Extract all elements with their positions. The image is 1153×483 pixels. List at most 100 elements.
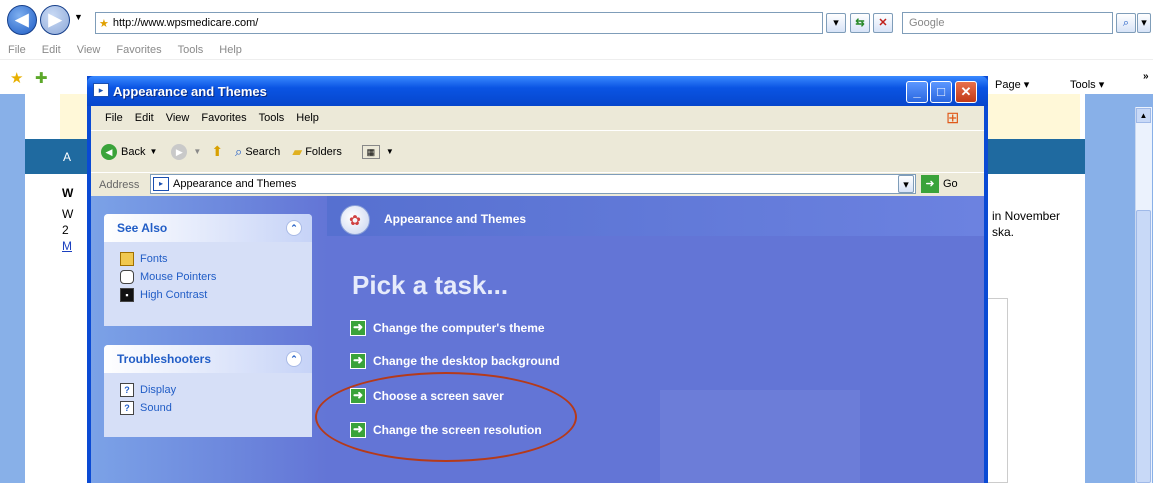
minimize-icon[interactable]: _ — [906, 81, 928, 103]
task-label: Change the desktop background — [373, 354, 560, 368]
back-arrow-icon: ◀ — [101, 143, 117, 160]
favorites-star-icon[interactable]: ★ — [10, 69, 23, 87]
webpage-box — [988, 298, 1008, 483]
webpage-link[interactable]: M — [62, 239, 72, 253]
chevron-down-icon: ▼ — [193, 147, 202, 156]
menu-help[interactable]: Help — [296, 112, 319, 124]
search-button[interactable]: ⌕ Search — [235, 144, 280, 160]
link-label: Display — [140, 384, 177, 396]
search-options-icon[interactable]: ▾ — [1137, 13, 1151, 33]
menu-tools[interactable]: Tools — [178, 44, 204, 56]
folder-icon: ▸ — [153, 177, 169, 191]
address-value: Appearance and Themes — [173, 178, 297, 190]
webpage-text: ska. — [992, 225, 1015, 239]
forward-icon[interactable]: ▶ — [171, 143, 188, 160]
help-icon: ? — [120, 383, 134, 397]
close-icon[interactable]: ✕ — [955, 81, 977, 103]
link-high-contrast[interactable]: ▪ High Contrast — [120, 286, 312, 304]
watermark-graphic — [660, 390, 860, 483]
fonts-folder-icon — [120, 252, 134, 266]
link-label: High Contrast — [140, 289, 208, 301]
up-folder-icon[interactable]: ⬆ — [211, 143, 223, 160]
menu-favorites[interactable]: Favorites — [116, 44, 161, 56]
webpage-text: in November — [992, 209, 1061, 223]
window-toolbar: ◀ Back ▼ ▶ ▼ ⬆ ⌕ Search ▰ Folders ▦ ▼ — [91, 130, 984, 172]
arrow-right-icon: ➜ — [350, 320, 366, 336]
folders-button[interactable]: ▰ Folders — [292, 144, 342, 160]
folders-label: Folders — [305, 145, 342, 158]
see-also-panel: See Also ⌃ Fonts Mouse Pointers ▪ High Co… — [104, 214, 312, 326]
search-icon: ⌕ — [235, 143, 243, 159]
chevron-down-icon: ▼ — [149, 147, 158, 156]
task-change-background[interactable]: ➜ Change the desktop background — [350, 353, 560, 369]
tools-menu-button[interactable]: Tools ▾ — [1070, 78, 1104, 91]
troubleshooters-title: Troubleshooters — [117, 352, 212, 366]
address-dropdown-icon[interactable]: ▾ — [826, 13, 846, 33]
scroll-up-icon[interactable]: ▲ — [1136, 108, 1151, 123]
pick-a-task-heading: Pick a task... — [352, 270, 509, 300]
see-also-header[interactable]: See Also ⌃ — [104, 214, 312, 242]
scrollbar-thumb[interactable] — [1136, 210, 1151, 483]
troubleshooters-panel: Troubleshooters ⌃ ? Display ? Sound — [104, 345, 312, 437]
webpage-nav-text: A — [63, 150, 72, 164]
add-favorite-icon[interactable]: ✚ — [35, 69, 48, 87]
link-sound[interactable]: ? Sound — [120, 399, 312, 417]
page-menu-button[interactable]: Page ▾ — [995, 78, 1029, 91]
views-icon[interactable]: ▦ — [361, 144, 380, 159]
menu-edit[interactable]: Edit — [135, 112, 154, 124]
link-mouse-pointers[interactable]: Mouse Pointers — [120, 268, 312, 286]
refresh-icon[interactable]: ⇆ — [850, 13, 870, 33]
appearance-themes-icon: ✿ — [340, 205, 370, 235]
collapse-icon[interactable]: ⌃ — [286, 220, 302, 236]
menu-view[interactable]: View — [77, 44, 101, 56]
forward-icon[interactable]: ▶ — [40, 5, 70, 35]
go-arrow-icon: ➜ — [921, 175, 939, 193]
go-label: Go — [943, 178, 958, 190]
search-icon[interactable]: ⌕ — [1116, 13, 1136, 33]
address-input[interactable]: ▸ Appearance and Themes — [150, 174, 916, 194]
menu-help[interactable]: Help — [219, 44, 242, 56]
link-display[interactable]: ? Display — [120, 381, 312, 399]
chevron-down-icon[interactable]: ▼ — [386, 147, 394, 156]
link-label: Fonts — [140, 253, 168, 265]
link-fonts[interactable]: Fonts — [120, 250, 312, 268]
see-also-title: See Also — [117, 221, 168, 235]
window-title-bar[interactable]: Appearance and Themes — [87, 76, 988, 106]
go-button[interactable]: ➜ Go — [921, 175, 958, 193]
stop-icon[interactable]: ✕ — [873, 13, 893, 33]
folder-icon: ▰ — [292, 143, 303, 159]
menu-edit[interactable]: Edit — [42, 44, 61, 56]
back-label: Back — [121, 145, 146, 158]
webpage-text: 2 — [62, 223, 69, 237]
collapse-icon[interactable]: ⌃ — [286, 351, 302, 367]
windows-logo-icon: ⊞ — [946, 110, 960, 127]
link-label: Sound — [140, 402, 172, 414]
menu-file[interactable]: File — [8, 44, 26, 56]
window-app-icon[interactable]: ▸ — [93, 83, 109, 97]
back-button[interactable]: ◀ Back ▼ — [101, 143, 158, 160]
browser-menu-bar: File Edit View Favorites Tools Help — [0, 40, 1153, 60]
category-title: Appearance and Themes — [384, 212, 527, 226]
arrow-right-icon: ➜ — [350, 353, 366, 369]
troubleshooters-header[interactable]: Troubleshooters ⌃ — [104, 345, 312, 373]
help-icon: ? — [120, 401, 134, 415]
task-label: Change the computer's theme — [373, 321, 545, 335]
address-label: Address — [99, 178, 140, 191]
high-contrast-icon: ▪ — [120, 288, 134, 302]
chevron-more-icon[interactable]: » — [1143, 71, 1149, 82]
menu-favorites[interactable]: Favorites — [201, 112, 246, 124]
menu-tools[interactable]: Tools — [259, 112, 285, 124]
task-change-theme[interactable]: ➜ Change the computer's theme — [350, 320, 545, 336]
mouse-icon — [120, 270, 134, 284]
url-text: http://www.wpsmedicare.com/ — [112, 17, 259, 29]
menu-file[interactable]: File — [105, 112, 123, 124]
history-dropdown-icon[interactable]: ▼ — [74, 12, 83, 22]
webpage-text: W — [62, 207, 74, 221]
back-icon[interactable]: ◀ — [7, 5, 37, 35]
browser-address-bar[interactable]: ★ http://www.wpsmedicare.com/ — [95, 12, 823, 34]
menu-view[interactable]: View — [166, 112, 190, 124]
search-label: Search — [245, 145, 281, 158]
maximize-icon[interactable]: □ — [930, 81, 952, 103]
search-input[interactable]: Google — [902, 12, 1113, 34]
address-dropdown-icon[interactable]: ▾ — [898, 175, 914, 193]
